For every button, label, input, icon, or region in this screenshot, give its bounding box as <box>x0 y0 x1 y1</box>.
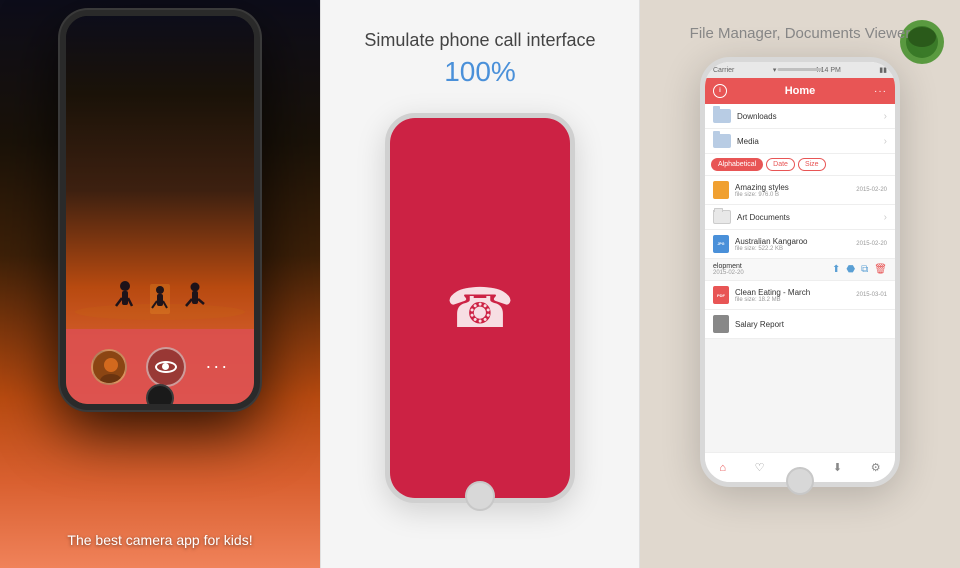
phone1-frame: ··· <box>60 10 260 410</box>
art-documents-icon <box>713 210 731 224</box>
australian-kangaroo-row[interactable]: JPG Australian Kangaroo file size: 522.2… <box>705 230 895 259</box>
kangaroo-file-info: Australian Kangaroo file size: 522.2 KB <box>735 237 856 252</box>
art-documents-info: Art Documents <box>737 213 884 222</box>
settings-tab-icon[interactable]: ⚙ <box>871 461 881 474</box>
nav-bar: i Home ··· <box>705 78 895 104</box>
clean-eating-date: 2015-03-01 <box>856 292 887 298</box>
phone2-frame: ☎ <box>385 113 575 503</box>
art-documents-row[interactable]: Art Documents › <box>705 205 895 230</box>
amazing-styles-row[interactable]: Amazing styles file size: 976.0 B 2015-0… <box>705 176 895 205</box>
phone3-mockup: Carrier ▾ 4:14 PM ▮▮ i Home ··· <box>700 57 900 487</box>
file-list-content: Downloads › Media › Alphabetic <box>705 104 895 452</box>
chevron-right-icon2: › <box>884 136 887 147</box>
clean-eating-row[interactable]: PDF Clean Eating - March file size: 18.2… <box>705 281 895 310</box>
panel1-caption: The best camera app for kids! <box>67 532 252 548</box>
copy-icon[interactable]: ⧉ <box>861 264 868 275</box>
kangaroo-size: file size: 522.2 KB <box>735 246 856 252</box>
action-row: elopment 2015-02-20 ⬆ ⬣ ⧉ 🗑 <box>705 259 895 281</box>
filter-tabs-row: Alphabetical Date Size <box>705 154 895 176</box>
panel-file-manager: File Manager, Documents Viewer Carrier ▾… <box>640 0 960 568</box>
wifi-icon: ▾ <box>773 66 777 74</box>
media-label: Media <box>737 137 884 146</box>
amazing-styles-size: file size: 976.0 B <box>735 192 856 198</box>
phone3-home-button[interactable] <box>786 467 814 495</box>
doc-file-icon <box>713 315 729 333</box>
amazing-styles-label: Amazing styles <box>735 183 856 192</box>
amazing-styles-info: Amazing styles file size: 976.0 B <box>735 183 856 198</box>
phone1-screen: ··· <box>66 16 254 404</box>
panel2-percent: 100% <box>444 56 516 88</box>
phone2-screen: ☎ <box>390 118 570 498</box>
nav-more-button[interactable]: ··· <box>874 86 887 97</box>
carrier-label: Carrier <box>713 67 734 74</box>
home-button[interactable] <box>146 384 174 410</box>
pdf-file-icon: PDF <box>713 286 729 304</box>
jpg-icon: JPG <box>713 235 729 253</box>
share-icon[interactable]: ⬣ <box>846 264 855 275</box>
media-folder-row[interactable]: Media › <box>705 129 895 154</box>
panel2-title: Simulate phone call interface <box>364 30 595 51</box>
filter-size[interactable]: Size <box>798 158 826 171</box>
filter-alphabetical[interactable]: Alphabetical <box>711 158 763 171</box>
folder-icon-downloads <box>713 109 731 123</box>
filter-date[interactable]: Date <box>766 158 795 171</box>
eye-pupil <box>162 363 169 370</box>
more-options-button[interactable]: ··· <box>205 356 229 377</box>
salary-report-row[interactable]: Salary Report <box>705 310 895 339</box>
salary-report-label: Salary Report <box>735 320 887 329</box>
nav-title: Home <box>785 85 816 97</box>
phone2-mockup: ☎ <box>385 113 575 503</box>
kangaroo-date: 2015-02-20 <box>856 241 887 247</box>
avatar-thumbnail <box>91 349 127 385</box>
panel-camera-app: ··· The best camera app for kids! <box>0 0 320 568</box>
eye-button[interactable] <box>146 347 186 387</box>
folder-icon-media <box>713 134 731 148</box>
amazing-styles-date: 2015-02-20 <box>856 187 887 193</box>
clean-eating-size: file size: 18.2 MB <box>735 297 856 303</box>
salary-report-info: Salary Report <box>735 320 887 329</box>
phone1-mockup: ··· <box>60 10 260 410</box>
image-file-icon <box>713 181 729 199</box>
delete-icon[interactable]: 🗑 <box>874 264 887 275</box>
home-tab-icon[interactable]: ⌂ <box>719 462 726 474</box>
art-chevron-icon: › <box>884 212 887 223</box>
download-tab-icon[interactable]: ⬇ <box>833 461 842 474</box>
silhouette-scene <box>66 254 254 324</box>
panel3-title: File Manager, Documents Viewer <box>690 25 911 42</box>
clean-eating-info: Clean Eating - March file size: 18.2 MB <box>735 288 856 303</box>
panel-phone-call: Simulate phone call interface 100% ☎ <box>320 0 640 568</box>
kangaroo-label: Australian Kangaroo <box>735 237 856 246</box>
phone3-frame: Carrier ▾ 4:14 PM ▮▮ i Home ··· <box>700 57 900 487</box>
phone2-home-button[interactable] <box>465 481 495 511</box>
phone3-speaker <box>778 68 823 71</box>
art-documents-label: Art Documents <box>737 213 884 222</box>
downloads-label: Downloads <box>737 112 884 121</box>
media-file-info: Media <box>737 137 884 146</box>
downloads-file-info: Downloads <box>737 112 884 121</box>
favorites-tab-icon[interactable]: ♡ <box>755 461 765 474</box>
phone3-screen: Carrier ▾ 4:14 PM ▮▮ i Home ··· <box>705 62 895 482</box>
action-row-text: elopment 2015-02-20 <box>713 263 826 276</box>
coffee-cup-decoration <box>895 15 950 75</box>
battery-icon: ▮▮ <box>879 66 887 74</box>
chevron-right-icon: › <box>884 111 887 122</box>
downloads-folder-row[interactable]: Downloads › <box>705 104 895 129</box>
call-icon: ☎ <box>446 276 515 340</box>
info-button[interactable]: i <box>713 84 727 98</box>
clean-eating-label: Clean Eating - March <box>735 288 856 297</box>
eye-icon <box>155 361 177 373</box>
upload-icon[interactable]: ⬆ <box>832 264 840 275</box>
